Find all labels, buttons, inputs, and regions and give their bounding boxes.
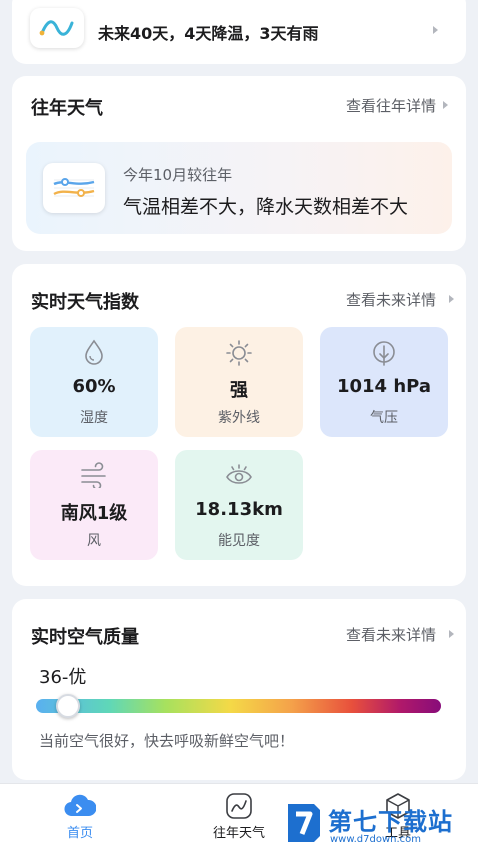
history-title: 往年天气 bbox=[31, 98, 103, 119]
aqi-value: 36-优 bbox=[39, 667, 87, 688]
history-comparison[interactable]: 今年10月较往年 气温相差不大，降水天数相差不大 bbox=[26, 142, 452, 234]
history-subtitle: 今年10月较往年 bbox=[123, 166, 233, 184]
humidity-value: 60% bbox=[72, 376, 116, 397]
visibility-value: 18.13km bbox=[195, 499, 283, 520]
pressure-value: 1014 hPa bbox=[336, 376, 432, 397]
forecast-trend-icon bbox=[30, 8, 84, 48]
wind-value: 南风1级 bbox=[60, 503, 128, 524]
history-summary: 气温相差不大，降水天数相差不大 bbox=[123, 196, 409, 218]
chevron-right-icon bbox=[433, 26, 438, 34]
water-drop-icon bbox=[85, 339, 103, 365]
index-detail-link[interactable]: 查看未来详情 bbox=[346, 289, 436, 310]
chevron-right-icon bbox=[449, 295, 454, 303]
uv-label: 紫外线 bbox=[218, 410, 260, 426]
history-chart-icon bbox=[226, 793, 252, 819]
nav-home[interactable]: 首页 bbox=[20, 784, 140, 850]
humidity-tile[interactable]: 60% 湿度 bbox=[30, 327, 158, 437]
sun-icon bbox=[226, 340, 252, 366]
air-detail-link[interactable]: 查看未来详情 bbox=[346, 624, 436, 645]
index-title: 实时天气指数 bbox=[31, 292, 139, 313]
forecast-banner[interactable]: 未来40天，4天降温，3天有雨 bbox=[12, 0, 466, 64]
aqi-scale-bar bbox=[36, 699, 441, 713]
nav-home-label: 首页 bbox=[66, 826, 93, 841]
weather-index-card: 实时天气指数 查看未来详情 60% 湿度 强 紫外线 1014 hPa 气压 南… bbox=[12, 264, 466, 586]
wind-tile[interactable]: 南风1级 风 bbox=[30, 450, 158, 560]
visibility-tile[interactable]: 18.13km 能见度 bbox=[175, 450, 303, 560]
wind-icon bbox=[81, 462, 106, 488]
nav-history-label: 往年天气 bbox=[212, 826, 265, 841]
visibility-label: 能见度 bbox=[218, 533, 260, 549]
pressure-gauge-icon bbox=[373, 341, 395, 366]
uv-value: 强 bbox=[230, 380, 248, 401]
chevron-right-icon bbox=[443, 101, 448, 109]
wind-label: 风 bbox=[87, 533, 101, 549]
home-cloud-icon bbox=[64, 794, 96, 817]
nav-history[interactable]: 往年天气 bbox=[179, 784, 299, 850]
uv-tile[interactable]: 强 紫外线 bbox=[175, 327, 303, 437]
chevron-right-icon bbox=[449, 630, 454, 638]
aqi-indicator-knob bbox=[55, 694, 80, 718]
humidity-label: 湿度 bbox=[80, 410, 108, 426]
site-watermark: 第七下载站 www.d7down.com bbox=[282, 798, 478, 850]
eye-icon bbox=[226, 464, 252, 484]
pressure-tile[interactable]: 1014 hPa 气压 bbox=[320, 327, 448, 437]
watermark-logo-icon bbox=[288, 804, 320, 842]
aqi-description: 当前空气很好，快去呼吸新鲜空气吧！ bbox=[39, 732, 295, 750]
watermark-url: www.d7down.com bbox=[330, 834, 422, 845]
air-quality-card: 实时空气质量 查看未来详情 36-优 当前空气很好，快去呼吸新鲜空气吧！ bbox=[12, 599, 466, 780]
pressure-label: 气压 bbox=[370, 410, 398, 426]
watermark-title: 第七下载站 bbox=[328, 808, 453, 836]
history-detail-link[interactable]: 查看往年详情 bbox=[346, 95, 436, 116]
air-title: 实时空气质量 bbox=[31, 627, 139, 648]
history-weather-card: 往年天气 查看往年详情 今年10月较往年 气温相差不大，降水天数相差不大 bbox=[12, 76, 466, 251]
forecast-summary: 未来40天，4天降温，3天有雨 bbox=[98, 24, 319, 43]
temperature-compare-icon bbox=[43, 163, 105, 213]
